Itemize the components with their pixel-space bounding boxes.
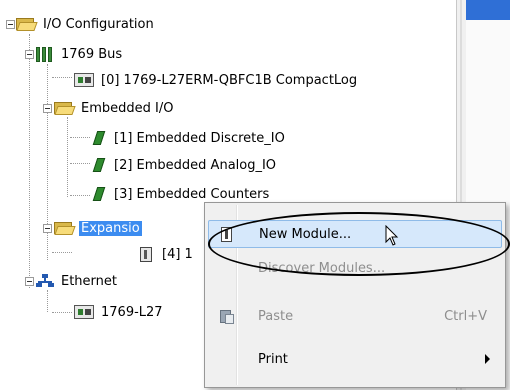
menu-item-label: Print [258,351,288,367]
bus-icon [36,46,54,62]
tree-item-1769-bus[interactable]: 1769 Bus [36,44,124,64]
context-menu: New Module... Discover Modules... Paste … [204,202,506,388]
menu-item-label: Discover Modules... [258,260,386,276]
slot-module-icon [140,246,152,262]
menu-item-shortcut: Ctrl+V [444,308,487,324]
menu-item-label: New Module... [259,226,352,242]
collapse-toggle[interactable] [25,277,34,286]
paste-icon [220,308,234,324]
tree-item-label: 1769-L27 [101,304,163,320]
controller-module-icon [74,73,94,87]
tree-item-ethernet-module[interactable]: 1769-L27 [74,302,165,322]
tree-connector [52,312,72,313]
tree-item-embedded-io[interactable]: Embedded I/O [54,98,175,118]
menu-item-paste[interactable]: Paste Ctrl+V [208,302,502,330]
tree-connector [29,34,30,288]
io-module-icon [92,130,106,146]
tree-connector [70,195,90,196]
collapse-toggle[interactable] [25,50,34,59]
controller-module-icon [74,305,94,319]
tree-item-io-configuration[interactable]: I/O Configuration [16,14,156,34]
menu-item-label: Paste [258,308,294,324]
tree-item-label: [4] 1 [162,246,193,262]
tree-item-expansion[interactable]: Expansio [54,218,142,238]
tree-connector [52,252,72,253]
tree-item-embedded-counters[interactable]: [3] Embedded Counters [92,184,271,204]
tree-item-label: [2] Embedded Analog_IO [114,157,277,173]
folder-icon [16,17,38,31]
tree-item-label: Embedded I/O [81,100,174,116]
folder-icon [54,101,76,115]
tree-connector [70,163,90,164]
tree-item-label: Ethernet [61,273,117,289]
network-icon [36,274,54,288]
io-module-icon [92,186,106,202]
tree-connector [70,137,90,138]
collapse-toggle[interactable] [6,20,15,29]
menu-item-new-module[interactable]: New Module... [208,220,502,248]
tree-item-label: 1769 Bus [61,46,123,62]
tree-item-label: [1] Embedded Discrete_IO [114,130,285,146]
io-module-icon [92,157,106,173]
mouse-cursor-icon [385,225,399,246]
tree-item-embedded-analog[interactable]: [2] Embedded Analog_IO [92,155,278,175]
collapse-toggle[interactable] [43,224,52,233]
tree-item-label: [0] 1769-L27ERM-QBFC1B CompactLog [101,72,358,88]
tree-connector [67,117,68,197]
folder-icon [54,221,76,235]
tree-connector [52,77,72,78]
tree-item-controller[interactable]: [0] 1769-L27ERM-QBFC1B CompactLog [74,70,359,90]
tree-connector [47,290,48,312]
selection-highlight [466,0,510,20]
collapse-toggle[interactable] [43,104,52,113]
tree-item-ethernet[interactable]: Ethernet [36,271,119,291]
tree-item-label: Expansio [79,220,142,236]
menu-item-print[interactable]: Print [208,345,502,373]
new-module-icon [221,227,232,242]
tree-item-label: I/O Configuration [43,16,154,32]
menu-item-discover-modules[interactable]: Discover Modules... [208,254,502,282]
tree-item-expansion-module[interactable]: [4] 1 [74,244,195,264]
tree-item-embedded-discrete[interactable]: [1] Embedded Discrete_IO [92,128,287,148]
submenu-arrow-icon [485,354,490,364]
tree-item-label: [3] Embedded Counters [114,186,270,202]
